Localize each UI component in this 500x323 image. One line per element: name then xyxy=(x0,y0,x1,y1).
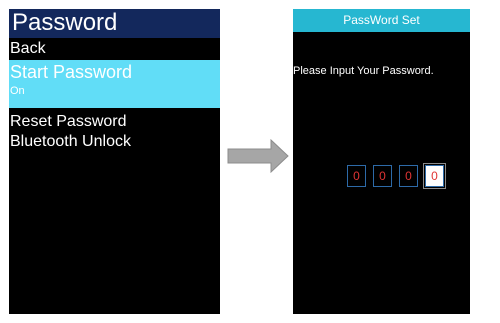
menu-item-bluetooth-unlock[interactable]: Bluetooth Unlock xyxy=(10,133,131,151)
start-password-label: Start Password xyxy=(10,62,133,82)
password-digit-2[interactable]: 0 xyxy=(373,165,392,187)
password-digit-3[interactable]: 0 xyxy=(399,165,418,187)
menu-item-back[interactable]: Back xyxy=(10,40,46,58)
password-menu-screen: Password Back Start Password On Reset Pa… xyxy=(9,9,220,314)
start-password-value: On xyxy=(10,85,25,97)
password-menu-title: Password xyxy=(12,9,118,36)
password-set-title: PassWord Set xyxy=(343,13,420,27)
password-digit-1[interactable]: 0 xyxy=(347,165,366,187)
password-prompt: Please Input Your Password. xyxy=(293,65,434,77)
right-arrow-icon xyxy=(227,139,289,173)
password-digit-4-active[interactable]: 0 xyxy=(423,163,446,189)
password-menu-header: Password xyxy=(9,9,220,38)
password-set-screen: PassWord Set Please Input Your Password.… xyxy=(293,9,470,314)
menu-item-reset-password[interactable]: Reset Password xyxy=(10,113,127,131)
menu-item-start-password[interactable]: Start Password On xyxy=(9,60,220,108)
password-set-header: PassWord Set xyxy=(293,9,470,32)
